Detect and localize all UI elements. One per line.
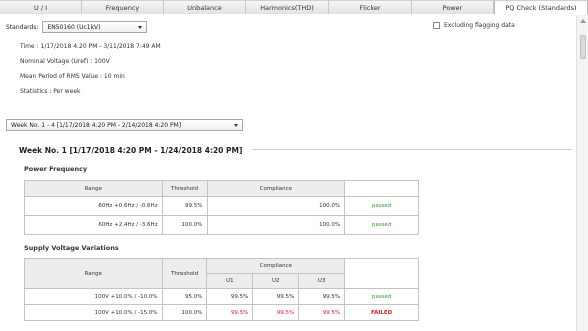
range-cell: 100V +10.0% / -10.0% [24,288,163,305]
scrollbar-thumb[interactable] [580,35,586,59]
threshold-cell: 99.5% [161,196,208,216]
compliance-cell: 100.0% [206,196,346,216]
column-header-status [344,258,419,289]
table-row: 60Hz +0.6Hz / -0.6Hz 99.5% 100.0% passed [24,196,419,216]
table-header-row: Range Threshold Compliance [24,258,419,289]
power-frequency-table: Range Threshold Compliance 60Hz +0.6Hz /… [24,180,419,235]
supply-voltage-table: Range Threshold Compliance U1 U2 U3 100V… [24,258,419,321]
tab-u-i[interactable]: U / I [0,0,82,14]
tab-frequency[interactable]: Frequency [82,0,164,14]
exclude-flagging-option[interactable]: Excluding flagging data [433,22,515,29]
range-cell: 100V +10.0% / -15.0% [24,304,163,321]
u3-cell: 99.5% [298,304,346,321]
u1-cell: 99.5% [206,288,254,305]
u1-cell: 99.5% [206,304,254,321]
tab-label: Frequency [105,3,140,12]
chevron-down-icon [138,25,143,29]
scroll-up-icon[interactable] [580,19,586,23]
vertical-scrollbar[interactable] [576,15,588,331]
statistics-info: Statistics : Per week [20,88,81,95]
threshold-cell: 100.0% [161,304,208,321]
standards-value: EN50160 (Uc1kV) [47,23,101,31]
time-info: Time : 1/17/2018 4:20 PM - 3/11/2018 7:4… [20,43,161,50]
tab-harmonics[interactable]: Harmonics(THD) [246,0,329,14]
exclude-flagging-checkbox[interactable] [433,22,440,29]
tab-pq-check[interactable]: PQ Check (Standards) [494,0,588,15]
u2-cell: 99.5% [252,288,300,305]
u3-cell: 99.5% [298,288,346,305]
tab-label: Unbalance [187,3,222,12]
tab-flicker[interactable]: Flicker [329,0,412,14]
compliance-cell: 100.0% [206,215,346,235]
threshold-cell: 100.0% [161,215,208,235]
pq-check-panel: Standards: EN50160 (Uc1kV) Excluding fla… [0,15,576,331]
table-row: 100V +10.0% / -15.0% 100.0% 99.5% 99.5% … [24,304,419,321]
column-header-u2: U2 [252,273,300,289]
table-row: 100V +10.0% / -10.0% 95.0% 99.5% 99.5% 9… [24,288,419,305]
range-cell: 60Hz +2.4Hz / -3.6Hz [24,215,163,235]
standards-label: Standards: [6,23,39,31]
standards-row: Standards: EN50160 (Uc1kV) [6,21,148,33]
power-frequency-title: Power Frequency [24,165,88,173]
column-header-range: Range [24,180,163,197]
tab-unbalance[interactable]: Unbalance [164,0,246,14]
threshold-cell: 95.0% [161,288,208,305]
tab-bar: U / I Frequency Unbalance Harmonics(THD)… [0,0,588,15]
tab-label: U / I [34,3,47,12]
status-cell: passed [344,215,419,235]
mean-period-info: Mean Period of RMS Value : 10 min [20,73,125,80]
week-select-value: Week No. 1 - 4 [1/17/2018 4:20 PM - 2/14… [11,121,182,129]
range-cell: 60Hz +0.6Hz / -0.6Hz [24,196,163,216]
week-select[interactable]: Week No. 1 - 4 [1/17/2018 4:20 PM - 2/14… [6,119,243,131]
exclude-flagging-label: Excluding flagging data [444,22,515,29]
tab-power[interactable]: Power [412,0,494,14]
column-header-range: Range [24,258,163,289]
table-header-row: Range Threshold Compliance [24,180,419,197]
week-heading: Week No. 1 [1/17/2018 4:20 PM - 1/24/201… [19,146,243,155]
column-header-threshold: Threshold [161,180,208,197]
divider [252,149,572,150]
supply-voltage-title: Supply Voltage Variations [24,244,119,252]
status-cell: passed [344,196,419,216]
standards-select[interactable]: EN50160 (Uc1kV) [42,21,148,33]
column-header-status [344,180,419,197]
tab-label: Power [442,3,463,12]
column-header-u1: U1 [206,273,254,289]
column-header-compliance: Compliance [206,258,346,274]
u2-cell: 99.5% [252,304,300,321]
column-header-u3: U3 [298,273,346,289]
tab-label: Flicker [359,3,381,12]
table-row: 60Hz +2.4Hz / -3.6Hz 100.0% 100.0% passe… [24,215,419,235]
status-cell: FAILED [344,304,419,321]
tab-label: PQ Check (Standards) [505,3,577,12]
chevron-down-icon [234,123,238,127]
status-cell: passed [344,288,419,305]
column-header-threshold: Threshold [161,258,208,289]
nominal-voltage-info: Nominal Voltage (Uref) : 100V [20,58,110,65]
column-header-compliance: Compliance [206,180,346,197]
tab-label: Harmonics(THD) [260,3,314,12]
